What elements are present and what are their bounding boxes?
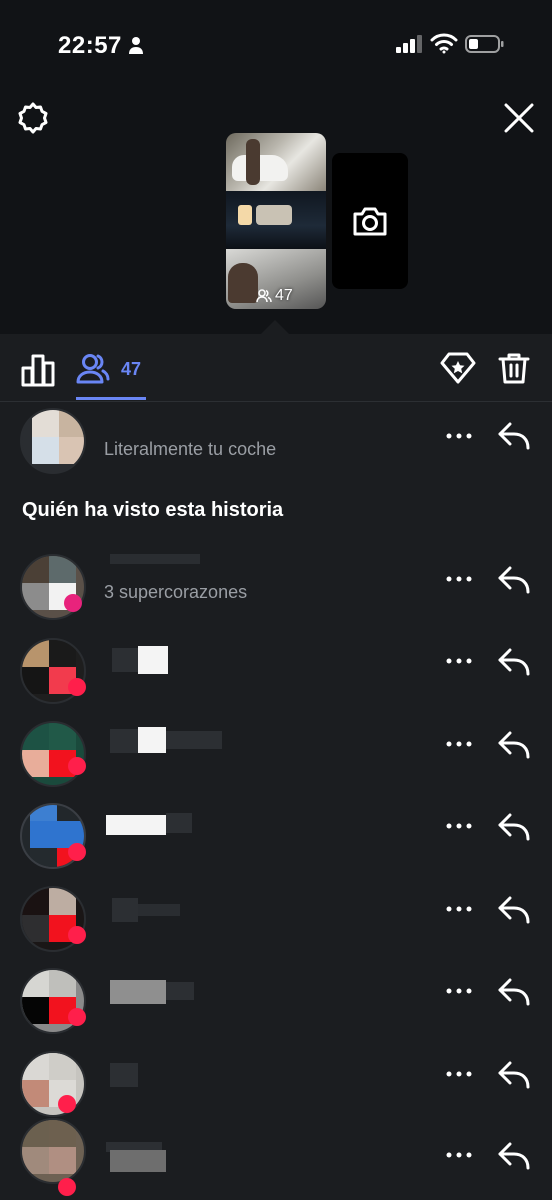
avatar (20, 408, 86, 474)
viewer-name-redacted (110, 1150, 166, 1172)
viewers-icon (76, 354, 110, 384)
reply-message: Literalmente tu coche (104, 439, 277, 459)
viewer-name-redacted (110, 980, 166, 1004)
signal-icon (396, 35, 422, 53)
viewer-row[interactable] (0, 878, 552, 960)
status-bar: 22:57 (0, 0, 552, 90)
reply-icon[interactable] (496, 1057, 532, 1093)
heart-badge (68, 678, 86, 696)
heart-badge (68, 843, 86, 861)
story-preview-thumbnail[interactable]: 47 (226, 133, 326, 309)
more-icon[interactable] (444, 976, 474, 1006)
tab-viewers[interactable]: 47 (76, 348, 146, 400)
reply-row[interactable]: Literalmente tu coche (0, 400, 552, 482)
close-icon[interactable] (502, 101, 536, 135)
avatar (20, 1051, 86, 1117)
viewer-row[interactable] (0, 960, 552, 1042)
viewer-row[interactable]: 3 supercorazones (0, 546, 552, 628)
settings-icon[interactable] (16, 101, 50, 135)
heart-badge (68, 926, 86, 944)
viewer-name-redacted (106, 815, 166, 835)
reply-icon[interactable] (496, 727, 532, 763)
story-frame-mirror (226, 191, 326, 249)
highlight-icon[interactable] (440, 350, 476, 386)
reply-icon[interactable] (496, 974, 532, 1010)
reply-icon[interactable] (496, 809, 532, 845)
viewer-name-redacted (112, 898, 138, 922)
more-icon[interactable] (444, 729, 474, 759)
heart-badge (68, 757, 86, 775)
wifi-icon (430, 33, 458, 54)
viewer-name-redacted (138, 727, 166, 753)
viewer-subtitle: 3 supercorazones (104, 582, 248, 602)
story-frame-car (226, 133, 326, 191)
viewer-name-redacted (166, 813, 192, 833)
more-icon[interactable] (444, 564, 474, 594)
viewer-name-redacted (110, 729, 138, 753)
story-header: 22:57 47 (0, 0, 552, 334)
avatar (20, 1118, 86, 1184)
more-icon[interactable] (444, 811, 474, 841)
insights-icon[interactable] (20, 352, 56, 388)
tab-bar: 47 (0, 334, 552, 402)
viewer-row[interactable] (0, 630, 552, 712)
viewer-name-redacted (112, 648, 138, 672)
avatar (20, 721, 86, 787)
battery-icon (465, 35, 504, 53)
story-viewer-count-value: 47 (275, 287, 293, 304)
viewer-name-redacted (110, 554, 200, 564)
viewer-row[interactable] (0, 1112, 552, 1200)
more-icon[interactable] (444, 646, 474, 676)
selected-story-pointer (261, 320, 289, 334)
camera-icon (353, 207, 387, 236)
reply-icon[interactable] (496, 1138, 532, 1174)
heart-badge (58, 1095, 76, 1113)
more-icon[interactable] (444, 1059, 474, 1089)
reply-icon[interactable] (496, 892, 532, 928)
reply-icon[interactable] (496, 562, 532, 598)
reply-icon[interactable] (496, 418, 532, 454)
heart-badge (68, 1008, 86, 1026)
heart-badge (58, 1178, 76, 1196)
viewer-name-redacted (138, 646, 168, 674)
viewer-row[interactable] (0, 713, 552, 795)
viewer-name-redacted (110, 1063, 138, 1087)
viewers-section-title: Quién ha visto esta historia (22, 499, 284, 521)
status-time: 22:57 (58, 32, 122, 59)
add-story-button[interactable] (332, 153, 408, 289)
viewer-name-redacted (166, 982, 194, 1000)
trash-icon[interactable] (496, 350, 532, 386)
viewer-row[interactable] (0, 795, 552, 877)
supercorazon-badge (64, 594, 82, 612)
viewer-name-redacted (138, 904, 180, 916)
more-icon[interactable] (444, 1140, 474, 1170)
viewers-small-icon (256, 289, 272, 303)
story-viewer-count: 47 (256, 287, 293, 305)
more-icon[interactable] (444, 894, 474, 924)
viewer-name-redacted (166, 731, 222, 749)
viewers-count: 47 (121, 359, 142, 379)
person-icon (129, 37, 143, 54)
reply-icon[interactable] (496, 644, 532, 680)
more-icon[interactable] (444, 421, 474, 451)
